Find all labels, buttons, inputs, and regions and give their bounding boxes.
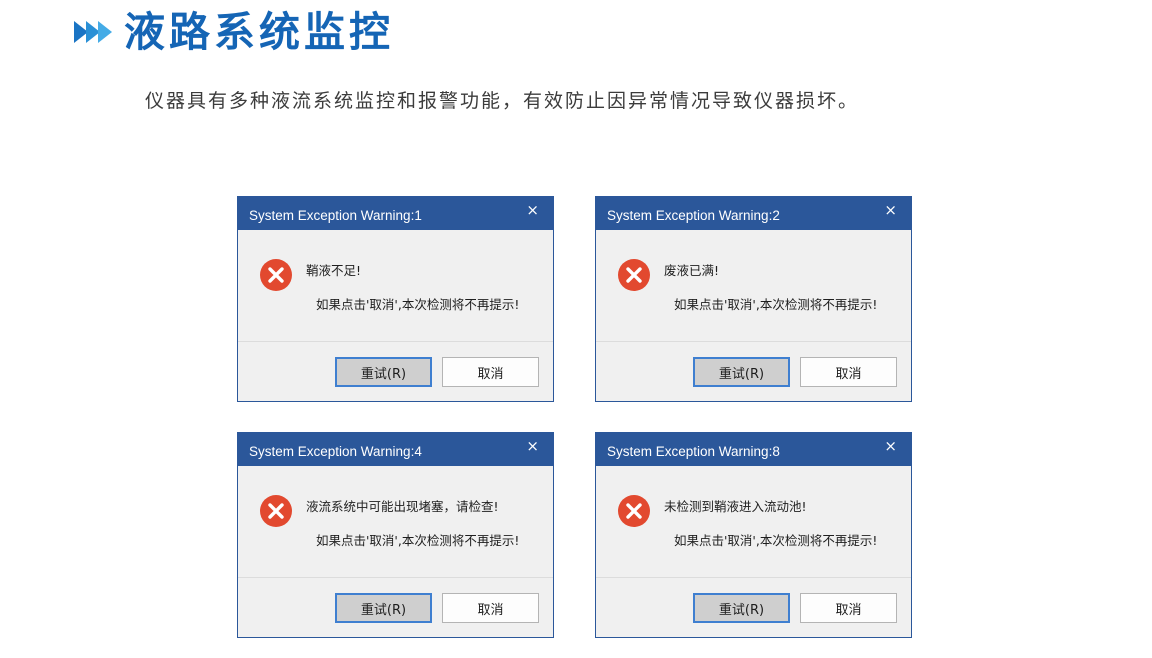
retry-button[interactable]: 重试(R) [693,357,790,387]
dialog-footer: 重试(R) 取消 [596,341,911,401]
error-circle-x-icon [618,259,650,291]
dialog-title: System Exception Warning:1 [249,208,422,223]
dialog-message: 液流系统中可能出现堵塞，请检查! [306,499,499,514]
dialog-message: 鞘液不足! [306,263,362,278]
dialog-title: System Exception Warning:8 [607,444,780,459]
retry-button[interactable]: 重试(R) [335,357,432,387]
dialog-title: System Exception Warning:2 [607,208,780,223]
dialog-note: 如果点击'取消',本次检测将不再提示! [316,297,520,312]
dialog-body: 未检测到鞘液进入流动池! 如果点击'取消',本次检测将不再提示! [596,466,911,577]
dialog-note: 如果点击'取消',本次检测将不再提示! [316,533,520,548]
section-title: 液路系统监控 [124,8,394,56]
dialog-titlebar[interactable]: System Exception Warning:2 × [596,197,911,230]
dialog-titlebar[interactable]: System Exception Warning:4 × [238,433,553,466]
error-circle-x-icon [260,259,292,291]
warning-dialog-1: System Exception Warning:1 × 鞘液不足! 如果点击'… [237,196,554,402]
close-icon[interactable]: × [526,201,539,219]
close-icon[interactable]: × [884,437,897,455]
section-description: 仪器具有多种液流系统监控和报警功能，有效防止因异常情况导致仪器损坏。 [145,90,860,112]
warning-dialog-4: System Exception Warning:4 × 液流系统中可能出现堵塞… [237,432,554,638]
dialog-note: 如果点击'取消',本次检测将不再提示! [674,533,878,548]
cancel-button[interactable]: 取消 [800,593,897,623]
dialog-note: 如果点击'取消',本次检测将不再提示! [674,297,878,312]
triple-chevron-right-icon [74,21,112,43]
dialog-titlebar[interactable]: System Exception Warning:1 × [238,197,553,230]
close-icon[interactable]: × [884,201,897,219]
cancel-button[interactable]: 取消 [800,357,897,387]
dialog-footer: 重试(R) 取消 [596,577,911,637]
error-circle-x-icon [260,495,292,527]
dialog-body: 废液已满! 如果点击'取消',本次检测将不再提示! [596,230,911,341]
dialog-title: System Exception Warning:4 [249,444,422,459]
dialog-footer: 重试(R) 取消 [238,341,553,401]
cancel-button[interactable]: 取消 [442,357,539,387]
warning-dialog-8: System Exception Warning:8 × 未检测到鞘液进入流动池… [595,432,912,638]
warning-dialog-2: System Exception Warning:2 × 废液已满! 如果点击'… [595,196,912,402]
error-circle-x-icon [618,495,650,527]
cancel-button[interactable]: 取消 [442,593,539,623]
retry-button[interactable]: 重试(R) [693,593,790,623]
close-icon[interactable]: × [526,437,539,455]
retry-button[interactable]: 重试(R) [335,593,432,623]
dialog-titlebar[interactable]: System Exception Warning:8 × [596,433,911,466]
dialog-message: 未检测到鞘液进入流动池! [664,499,807,514]
section-heading: 液路系统监控 [74,4,394,60]
dialog-footer: 重试(R) 取消 [238,577,553,637]
dialog-message: 废液已满! [664,263,720,278]
dialog-body: 鞘液不足! 如果点击'取消',本次检测将不再提示! [238,230,553,341]
dialog-body: 液流系统中可能出现堵塞，请检查! 如果点击'取消',本次检测将不再提示! [238,466,553,577]
